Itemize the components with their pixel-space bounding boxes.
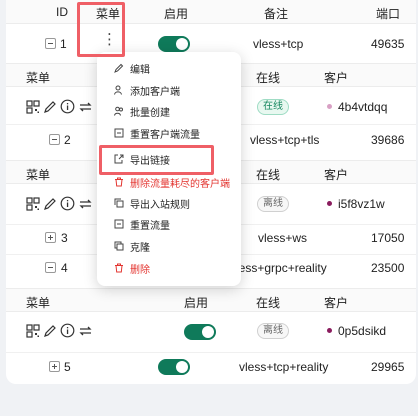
row-1-remark: vless+tcp [253, 37, 304, 51]
collapse-row-4-button[interactable] [45, 262, 56, 273]
row-1-id: 1 [60, 37, 67, 51]
row-2-remark: vless+tcp+tls [250, 133, 320, 147]
client-2-status: 离线 [257, 196, 289, 212]
row-4-id: 4 [61, 261, 68, 275]
client-1-actions [26, 99, 93, 114]
row-5-port: 29965 [371, 360, 405, 374]
row-2-port: 39686 [371, 133, 405, 147]
row-3-port: 17050 [371, 231, 405, 245]
row-1-port: 49635 [371, 37, 405, 51]
row-3-id: 3 [61, 231, 68, 245]
client-1-dot [327, 104, 332, 109]
info-icon[interactable] [60, 99, 75, 114]
menu-item-reset-traffic[interactable]: 重置流量 [97, 214, 241, 234]
client-3-actions [26, 323, 93, 338]
menu-item-reset-client-traffic[interactable]: 重置客户端流量 [97, 123, 241, 143]
client-header-client: 客户 [324, 168, 349, 182]
qrcode-icon[interactable] [26, 196, 40, 211]
reset-icon [114, 219, 124, 229]
qrcode-icon[interactable] [26, 323, 40, 338]
client-3-enable-toggle[interactable] [184, 324, 216, 340]
row-4-port: 23500 [371, 261, 405, 275]
client-header-menu: 菜单 [26, 296, 51, 310]
copy-icon [114, 198, 124, 208]
client-3-email: 0p5dsikd [338, 324, 387, 338]
client-header-menu: 菜单 [26, 168, 51, 182]
swap-icon[interactable] [78, 197, 93, 211]
reset-icon [114, 128, 124, 138]
highlight-menu-trigger [77, 2, 125, 57]
edit-icon[interactable] [43, 197, 57, 211]
row-3-remark: vless+ws [258, 231, 308, 245]
row-5-enable-toggle[interactable] [158, 359, 190, 375]
expand-row-3-button[interactable] [45, 232, 56, 243]
user-add-icon [114, 85, 122, 95]
menu-item-clone[interactable]: 克隆 [97, 236, 241, 256]
client-header-online: 在线 [256, 71, 281, 85]
delete-icon [115, 263, 123, 273]
client-1-email: 4b4vtdqq [338, 100, 388, 114]
menu-item-delete[interactable]: 删除 [97, 258, 241, 278]
client-3-dot [327, 328, 332, 333]
client-2-email: i5f8vz1w [338, 197, 385, 211]
users-add-icon [114, 106, 123, 116]
delete-icon [115, 177, 123, 187]
qrcode-icon[interactable] [26, 99, 40, 114]
menu-item-add-client[interactable]: 添加客户端 [97, 80, 241, 100]
row-4-remark: vless+grpc+reality [230, 261, 327, 275]
info-icon[interactable] [60, 323, 75, 338]
row-5-id: 5 [64, 360, 71, 374]
client-subheader: 菜单 启用 在线 客户 [6, 288, 416, 312]
client-header-client: 客户 [324, 71, 349, 85]
header-remark: 备注 [264, 7, 289, 21]
edit-icon[interactable] [43, 100, 57, 114]
collapse-row-2-button[interactable] [49, 134, 60, 145]
edit-icon [114, 63, 124, 73]
header-enable: 启用 [164, 7, 189, 21]
highlight-export-links [99, 145, 214, 175]
row-2-id: 2 [64, 133, 71, 147]
header-port: 端口 [376, 7, 401, 21]
swap-icon[interactable] [78, 324, 93, 338]
swap-icon[interactable] [78, 100, 93, 114]
client-header-online: 在线 [256, 296, 281, 310]
table-header: ID 菜单 启用 备注 端口 [6, 0, 416, 24]
expand-row-5-button[interactable] [49, 361, 60, 372]
row-5-remark: vless+tcp+reality [239, 360, 329, 374]
clone-icon [114, 241, 124, 251]
header-id: ID [56, 5, 68, 19]
client-2-dot [327, 201, 332, 206]
client-1-status: 在线 [257, 99, 289, 115]
client-header-online: 在线 [256, 168, 281, 182]
menu-item-bulk-create[interactable]: 批量创建 [97, 101, 241, 121]
info-icon[interactable] [60, 196, 75, 211]
client-header-enable: 启用 [184, 296, 209, 310]
menu-item-edit[interactable]: 编辑 [97, 58, 241, 78]
menu-item-delete-depleted-clients[interactable]: 删除流量耗尽的客户端 [97, 172, 241, 192]
client-header-menu: 菜单 [26, 71, 51, 85]
row-1-enable-toggle[interactable] [158, 36, 190, 52]
client-2-actions [26, 196, 93, 211]
edit-icon[interactable] [43, 324, 57, 338]
menu-item-export-inbound[interactable]: 导出入站规则 [97, 193, 241, 213]
client-3-status: 离线 [257, 323, 289, 339]
collapse-row-1-button[interactable] [45, 38, 56, 49]
client-header-client: 客户 [324, 296, 349, 310]
